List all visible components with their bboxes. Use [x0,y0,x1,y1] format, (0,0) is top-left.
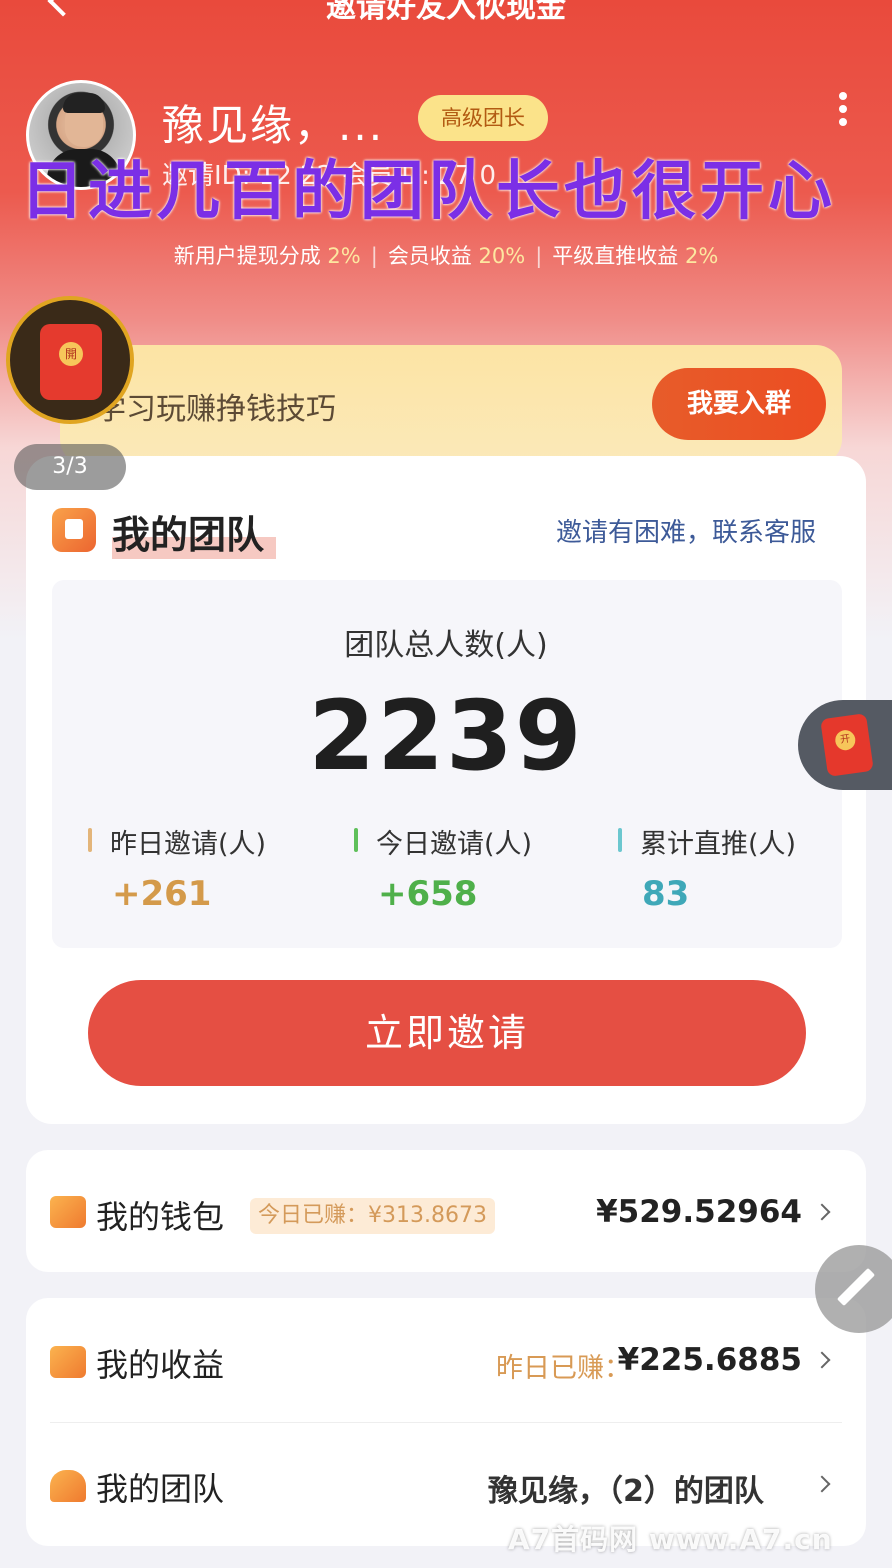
stat-marker [618,828,622,852]
contact-support-link[interactable]: 邀请有困难，联系客服 [556,512,816,549]
wallet-label: 我的钱包 [96,1198,225,1236]
commission-rates: 新用户提现分成 2% | 会员收益 20% | 平级直推收益 2% [0,240,892,270]
redpacket-coin: 開 [59,342,83,366]
rate-label-peer: 平级直推收益 [552,244,679,268]
invite-now-button[interactable]: 立即邀请 [88,980,806,1086]
team-section-title: 我的团队 [112,504,277,559]
divider [50,1422,842,1423]
side-redpacket-button[interactable]: 开 [798,700,892,790]
today-earned-pill: 今日已赚：¥313.8673 [250,1198,495,1234]
yesterday-earned-value: ¥225.6885 [617,1342,802,1378]
page-title: 邀请好友入伙现金 [326,0,566,25]
income-label[interactable]: 我的收益 [96,1340,224,1386]
rate-pct-new-user: 2% [327,244,361,268]
rate-pct-member: 20% [478,244,526,268]
stat-label: 今日邀请(人) [376,829,533,860]
team-total-value: 2239 [308,680,584,792]
stat-marker [354,828,358,852]
stat-value: +261 [112,874,212,914]
team-row-value: 豫见缘，（2）的团队 [488,1474,764,1509]
wallet-icon [50,1196,86,1228]
redpacket-coin: 开 [834,728,857,752]
avatar-hair [63,93,105,113]
level-badge: 高级团长 [418,95,548,141]
floating-redpacket-button[interactable]: 開 [6,296,134,424]
team-row-label[interactable]: 我的团队 [96,1464,224,1510]
rate-separator: | [535,244,543,268]
redpacket-icon: 开 [820,713,874,777]
rate-separator: | [370,244,378,268]
team-flag-icon [52,508,96,552]
team-total-label: 团队总人数(人) [344,628,548,663]
rate-label-member: 会员收益 [387,244,472,268]
join-group-button[interactable]: 我要入群 [652,368,826,440]
team-person-icon [50,1470,86,1502]
rate-pct-peer: 2% [684,244,719,268]
wallet-balance: ¥529.52964 [596,1194,802,1230]
redpacket-icon: 開 [40,324,102,400]
income-icon [50,1346,86,1378]
more-menu-icon[interactable] [836,92,850,132]
overlay-banner-text: 日进几百的团队长也很开心 [20,155,836,229]
stat-marker [88,828,92,852]
stat-value: +658 [378,874,478,914]
stat-label: 昨日邀请(人) [110,829,267,860]
watermark-text: A7首码网 www.A7.cn [508,1523,833,1556]
group-banner-text: 学习玩赚挣钱技巧 [96,392,336,427]
page-indicator: 3/3 [14,444,126,490]
rate-label-new-user: 新用户提现分成 [173,244,321,268]
stat-label: 累计直推(人) [640,829,797,860]
stat-value: 83 [642,874,690,914]
